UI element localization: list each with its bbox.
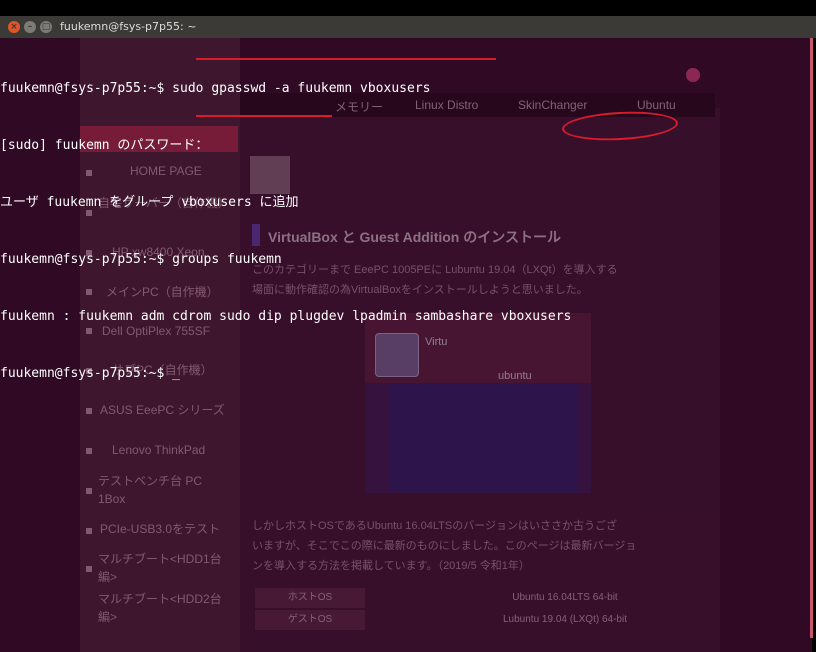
close-icon: × [10,22,18,32]
bullet-icon [86,488,92,494]
bg-table-row: ホストOS Ubuntu 16.04LTS 64-bit [255,588,685,608]
bg-pink-dot [686,68,700,82]
terminal-prompt-line: fuukemn@fsys-p7p55:~$ _ [0,366,181,381]
close-window-button[interactable]: × [8,21,20,33]
terminal-line: fuukemn : fuukemn adm cdrom sudo dip plu… [0,309,572,324]
bg-sidebar-item: テストベンチ台 PC 1Box [98,474,203,506]
terminal-line: fuukemn@fsys-p7p55:~$ sudo gpasswd -a fu… [0,81,431,96]
minimize-icon: – [27,22,33,32]
terminal-line: [sudo] fuukemn のパスワード： [0,138,209,153]
bg-table-key: ホストOS [255,588,365,608]
bg-nav-item: Ubuntu [637,98,676,112]
bg-body-line: ンを導入する方法を掲載しています。（2019/5 令和1年） [252,560,530,572]
terminal-line: ユーザ fuukemn をグループ vboxusers に追加 [0,195,299,210]
command-underline [196,58,496,60]
terminal-line: fuukemn@fsys-p7p55:~$ groups fuukemn [0,252,282,267]
bullet-icon [86,528,92,534]
window-title: fuukemn@fsys-p7p55: ~ [60,20,197,33]
maximize-window-button[interactable]: □ [40,21,52,33]
command-underline [196,115,332,117]
minimize-window-button[interactable]: – [24,21,36,33]
window-titlebar: × – □ fuukemn@fsys-p7p55: ~ [0,16,816,38]
bg-sidebar-item: マルチブート<HDD2台編> [98,592,222,624]
bg-table-value: Ubuntu 16.04LTS 64-bit [512,592,618,603]
bg-table-row: ゲストOS Lubuntu 19.04 (LXQt) 64-bit [255,610,685,630]
terminal-area[interactable]: メモリー Linux Distro SkinChanger Ubuntu HOM… [0,38,812,652]
terminal-output[interactable]: fuukemn@fsys-p7p55:~$ sudo gpasswd -a fu… [0,41,571,421]
bg-sidebar-item: Lenovo ThinkPad [112,443,206,457]
bg-table-key: ゲストOS [255,610,365,630]
bg-table-value: Lubuntu 19.04 (LXQt) 64-bit [503,614,627,625]
maximize-icon: □ [41,22,51,32]
bg-body-line: しかしホストOSであるUbuntu 16.04LTSのバージョンはいささか古うご… [252,520,617,532]
bullet-icon [86,448,92,454]
bg-sidebar-item: PCIe-USB3.0をテスト [100,522,221,536]
bg-body-line: いますが、そこでこの際に最新のものにしました。このページは最新バージョ [252,540,637,552]
window-right-edge [810,38,813,638]
bullet-icon [86,566,92,572]
bg-sidebar-item: マルチブート<HDD1台編> [98,552,222,584]
